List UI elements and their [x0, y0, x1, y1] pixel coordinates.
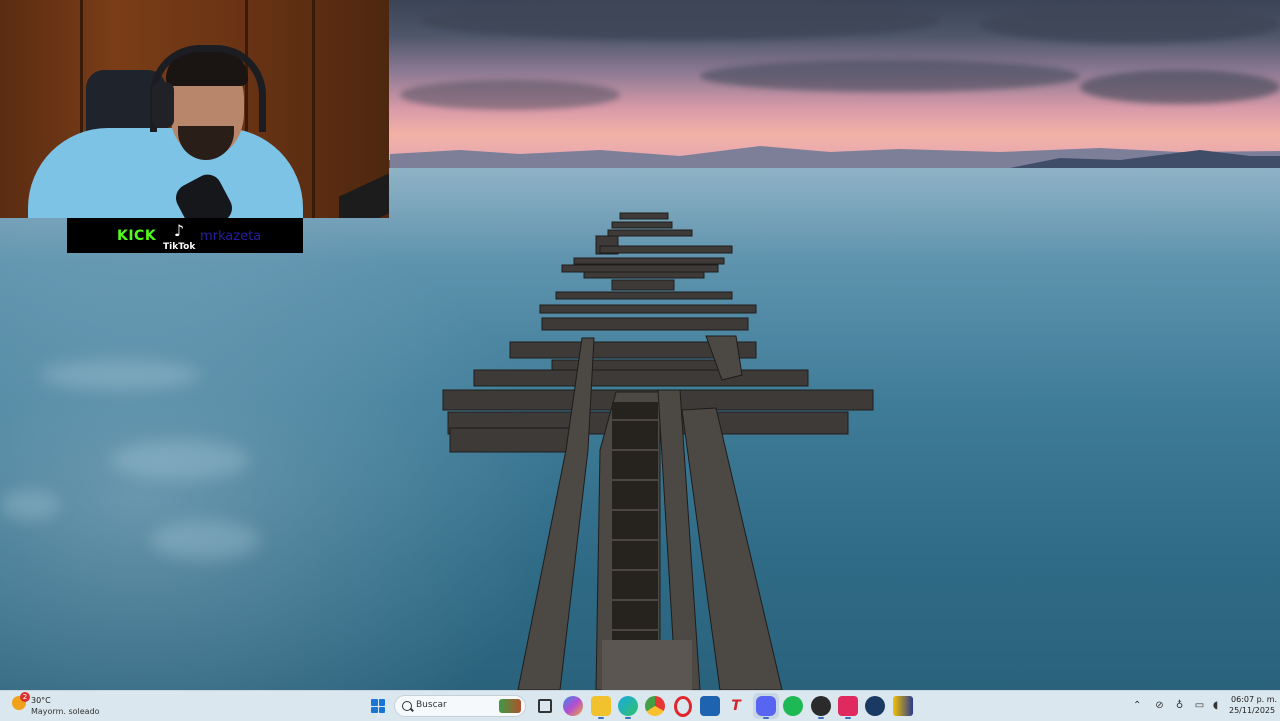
taskbar: 2 30°C Mayorm. soleado Buscar T ⌃ ⊘ ♁ ▭ … — [0, 690, 1280, 721]
display-icon[interactable]: ▭ — [1193, 699, 1206, 712]
task-view-glyph — [538, 699, 552, 713]
headphones-earcup — [152, 82, 174, 128]
notification-badge: 2 — [20, 692, 30, 702]
opera-glyph — [674, 695, 692, 717]
active-indicator — [763, 717, 769, 719]
clock-time[interactable]: 06:07 p. m. — [1231, 695, 1277, 704]
obs-icon[interactable] — [811, 696, 831, 716]
windows-icon — [371, 699, 385, 713]
chrome-icon[interactable] — [645, 696, 665, 716]
file-explorer-icon[interactable] — [591, 696, 611, 716]
active-indicator — [818, 717, 824, 719]
tiktok-label: TikTok — [163, 242, 196, 252]
webcam-overlay — [0, 0, 389, 218]
active-indicator — [598, 717, 604, 719]
active-indicator — [845, 717, 851, 719]
start-button[interactable] — [368, 696, 388, 716]
opera-icon[interactable] — [673, 695, 693, 717]
chevron-up-icon[interactable]: ⌃ — [1133, 700, 1141, 711]
mic-arm — [339, 173, 389, 218]
network-offline-icon[interactable]: ⊘ — [1153, 699, 1166, 712]
steam-icon[interactable] — [865, 696, 885, 716]
channel-name: mrkazeta — [200, 229, 262, 244]
streamer-body — [28, 128, 303, 218]
active-indicator — [625, 717, 631, 719]
spotify-icon[interactable] — [783, 696, 803, 716]
kick-logo: KICK — [117, 228, 157, 244]
typora-icon[interactable]: T — [726, 696, 746, 716]
edge-icon[interactable] — [618, 696, 638, 716]
discord-icon[interactable] — [756, 696, 776, 716]
weather-condition: Mayorm. soleado — [31, 707, 100, 716]
copilot-icon[interactable] — [563, 696, 583, 716]
wardrobe-door-edge — [312, 0, 315, 218]
task-view-icon[interactable] — [535, 696, 555, 716]
search-placeholder: Buscar — [416, 700, 447, 710]
store-icon[interactable] — [700, 696, 720, 716]
clock-date[interactable]: 25/11/2025 — [1229, 706, 1275, 715]
tiktok-icon: ♪ — [173, 221, 185, 240]
search-highlight-icon — [499, 699, 521, 713]
weather-temperature: 30°C — [31, 696, 51, 705]
weather-widget[interactable]: 2 30°C Mayorm. soleado — [12, 692, 122, 718]
volume-icon[interactable]: ◖ — [1209, 699, 1222, 712]
search-input[interactable]: Buscar — [394, 695, 526, 717]
klite-codec-icon[interactable] — [893, 696, 913, 716]
microphone-tray-icon[interactable]: ♁ — [1173, 699, 1186, 712]
tiktok-live-icon[interactable] — [838, 696, 858, 716]
search-icon — [402, 701, 412, 711]
social-links-bar: KICK ♪ TikTok mrkazeta — [67, 218, 303, 253]
